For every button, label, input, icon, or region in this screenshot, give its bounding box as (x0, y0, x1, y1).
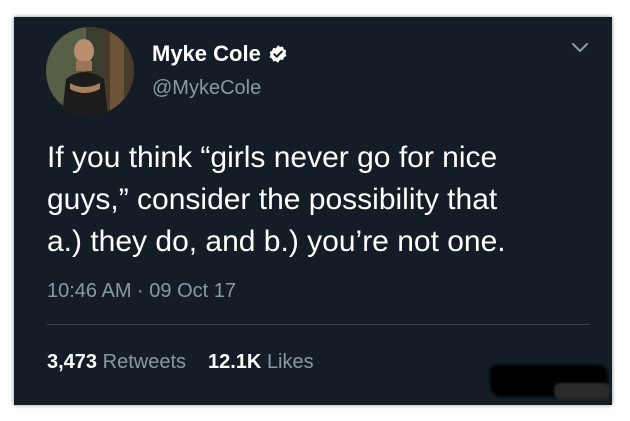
tweet-card: Myke Cole @MykeCole If you think “girls … (14, 17, 612, 405)
author-name-row: Myke Cole (152, 41, 288, 67)
tweet-text-line: If you think “girls never go for nice (47, 141, 498, 174)
likes-stat[interactable]: 12.1K Likes (208, 350, 314, 374)
divider (47, 324, 590, 325)
avatar-photo (46, 27, 134, 115)
retweets-stat[interactable]: 3,473 Retweets (47, 350, 186, 374)
tweet-timestamp[interactable]: 10:46 AM · 09 Oct 17 (47, 279, 236, 303)
chevron-down-icon[interactable] (571, 42, 589, 54)
avatar[interactable] (46, 27, 134, 115)
author-handle[interactable]: @MykeCole (152, 76, 261, 100)
verified-badge-icon (269, 45, 287, 63)
tweet-stats: 3,473 Retweets 12.1K Likes (47, 350, 314, 374)
retweets-label: Retweets (102, 351, 186, 373)
likes-label: Likes (266, 351, 314, 373)
tweet-text: If you think “girls never go for nice gu… (47, 137, 607, 263)
tweet-text-line: guys,” consider the possibility that (47, 183, 498, 216)
likes-count: 12.1K (208, 351, 262, 373)
author-display-name[interactable]: Myke Cole (152, 41, 261, 67)
retweets-count: 3,473 (47, 351, 98, 373)
tweet-text-line: a.) they do, and b.) you’re not one. (47, 225, 506, 258)
redaction-mark (554, 383, 610, 399)
